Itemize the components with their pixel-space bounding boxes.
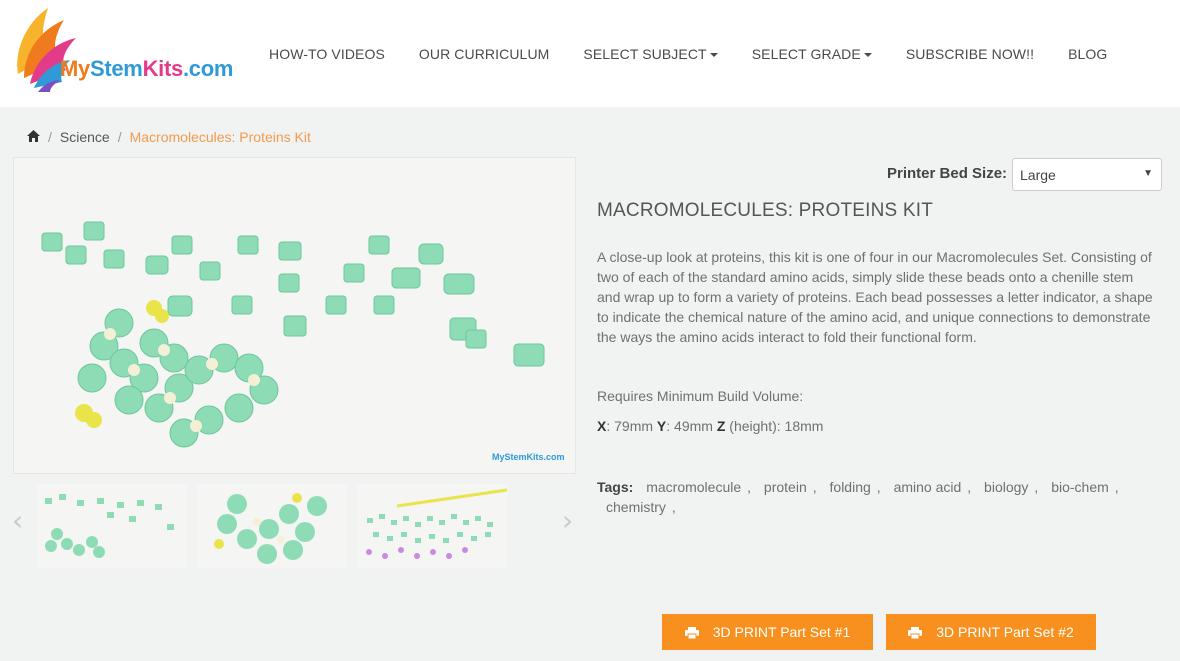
thumbnail-1[interactable] xyxy=(37,484,187,568)
thumbnail-carousel: ‹ › xyxy=(8,484,580,570)
build-volume-label: Requires Minimum Build Volume: xyxy=(597,388,804,404)
chevron-left-icon[interactable]: ‹ xyxy=(12,504,23,537)
printer-icon xyxy=(684,626,699,640)
nav-how-to-videos[interactable]: HOW-TO VIDEOS xyxy=(252,46,402,62)
breadcrumb-separator: / xyxy=(117,129,122,145)
printer-bed-label: Printer Bed Size: xyxy=(887,165,1008,182)
printer-icon xyxy=(908,626,923,640)
caret-down-icon xyxy=(863,52,872,57)
tag-link[interactable]: chemistry xyxy=(606,499,666,515)
select-arrow-icon: ▼ xyxy=(1143,168,1153,179)
nav-our-curriculum[interactable]: OUR CURRICULUM xyxy=(402,46,567,62)
protein-beads-photo: MyStemKits.com xyxy=(14,158,575,473)
thumbnail-3[interactable] xyxy=(357,484,507,568)
tag-link[interactable]: folding xyxy=(830,479,871,495)
breadcrumb-separator: / xyxy=(48,129,52,145)
tag-link[interactable]: macromolecule xyxy=(646,479,741,495)
logo-bird-icon xyxy=(17,8,76,92)
home-icon[interactable] xyxy=(27,129,40,145)
tag-link[interactable]: biology xyxy=(984,479,1028,495)
site-logo[interactable]: MyStemKits.com xyxy=(10,4,235,96)
tag-link[interactable]: bio-chem xyxy=(1051,479,1109,495)
nav-select-subject[interactable]: SELECT SUBJECT xyxy=(566,46,734,62)
product-description: A close-up look at proteins, this kit is… xyxy=(597,249,1153,345)
logo-wordmark: MyStemKits.com xyxy=(60,56,234,81)
tags-label: Tags: xyxy=(597,479,634,495)
breadcrumb-current: Macromolecules: Proteins Kit xyxy=(129,129,311,145)
chevron-right-icon[interactable]: › xyxy=(562,504,573,537)
tag-link[interactable]: protein xyxy=(764,479,807,495)
breadcrumb-science[interactable]: Science xyxy=(60,129,110,145)
product-title: MACROMOLECULES: PROTEINS KIT xyxy=(597,200,934,221)
breadcrumb: / Science / Macromolecules: Proteins Kit xyxy=(27,129,311,145)
caret-down-icon xyxy=(709,52,718,57)
thumbnail-2[interactable] xyxy=(197,484,347,568)
tags-list: Tags: macromolecule, protein, folding, a… xyxy=(597,479,1119,515)
tag-link[interactable]: amino acid xyxy=(894,479,962,495)
printer-bed-select[interactable]: Large ▼ xyxy=(1012,158,1162,191)
svg-text:MyStemKits.com: MyStemKits.com xyxy=(492,452,565,462)
main-nav: HOW-TO VIDEOS OUR CURRICULUM SELECT SUBJ… xyxy=(252,0,1124,107)
nav-select-grade[interactable]: SELECT GRADE xyxy=(735,46,889,62)
nav-blog[interactable]: BLOG xyxy=(1051,46,1124,62)
product-main-image[interactable]: MyStemKits.com xyxy=(13,157,576,474)
site-header: MyStemKits.com HOW-TO VIDEOS OUR CURRICU… xyxy=(0,0,1180,107)
nav-subscribe-now[interactable]: SUBSCRIBE NOW!! xyxy=(889,46,1051,62)
build-volume-dims: X: 79mm Y: 49mm Z (height): 18mm xyxy=(597,418,824,434)
print-part-set-2-button[interactable]: 3D PRINT Part Set #2 xyxy=(886,614,1096,650)
print-part-set-1-button[interactable]: 3D PRINT Part Set #1 xyxy=(662,614,873,650)
